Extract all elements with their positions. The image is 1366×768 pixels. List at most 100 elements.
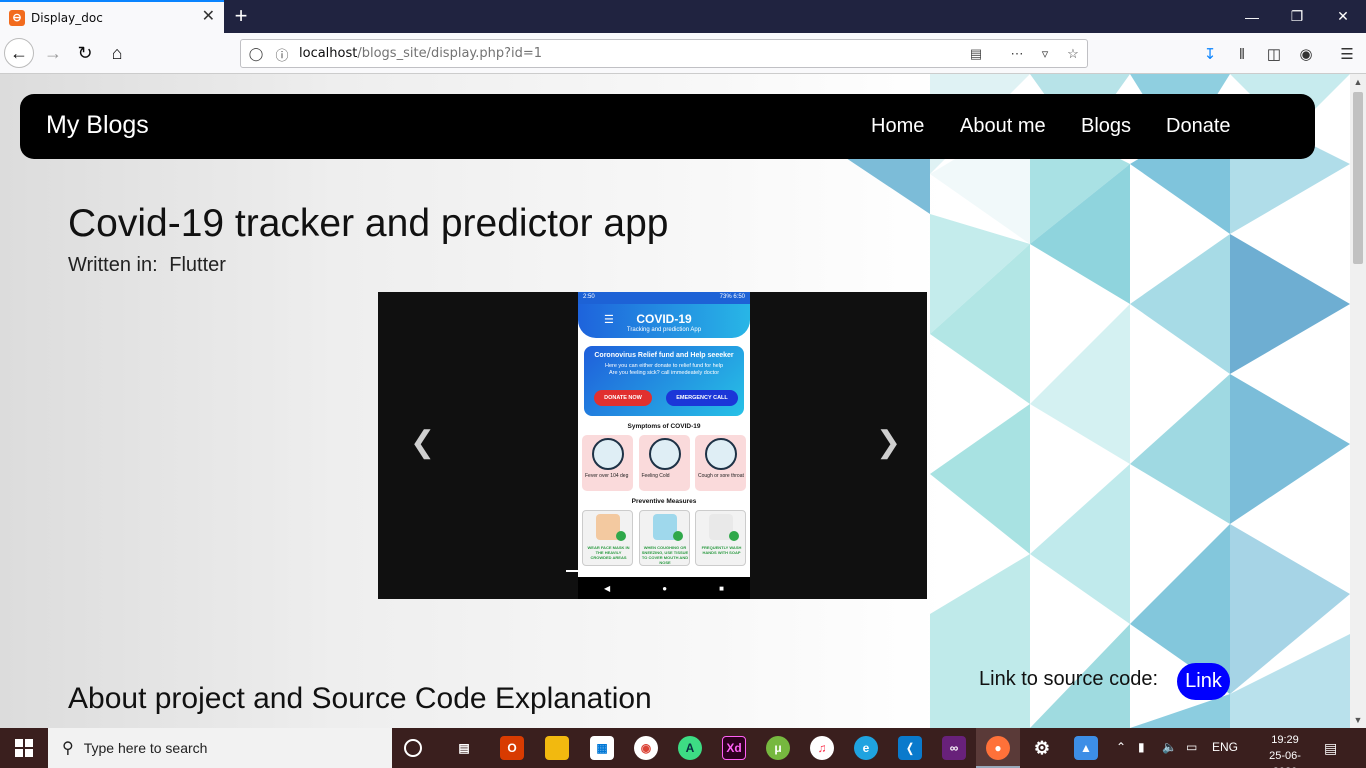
carousel-next-icon[interactable]: ❯ [876, 428, 901, 458]
symptoms-heading: Symptoms of COVID-19 [627, 423, 701, 430]
url-bar[interactable]: ◯ ⓘ localhost/blogs_site/display.php?id=… [240, 39, 1088, 68]
about-heading: About project and Source Code Explanatio… [68, 682, 652, 715]
preventive-caption: WHEN COUGHING OR SNEEZING, USE TISSUE TO… [641, 545, 689, 565]
account-icon[interactable]: ◉ [1295, 43, 1317, 65]
post-title: Covid-19 tracker and predictor app [68, 202, 669, 245]
relief-card: Coronovirus Relief fund and Help seeeker… [584, 346, 744, 416]
symptom-cards: Fever over 104 deg Feeling Cold Cough or… [582, 435, 746, 491]
taskbar-search[interactable]: ⚲ Type here to search [48, 728, 392, 768]
scroll-up-icon[interactable]: ▲ [1350, 74, 1366, 90]
chrome-icon[interactable]: ◉ [634, 736, 658, 760]
check-icon [672, 531, 683, 541]
android-recents-icon: ■ [719, 583, 724, 593]
minimize-icon[interactable]: — [1229, 0, 1275, 33]
forward-icon[interactable]: → [38, 38, 68, 68]
nav-home[interactable]: Home [871, 115, 924, 138]
hamburger-menu-icon[interactable]: ☰ [1336, 43, 1358, 65]
pocket-icon[interactable]: ▿ [1036, 45, 1054, 63]
library-icon[interactable]: ‖ [1231, 43, 1253, 65]
android-nav-bar: ◀ ● ■ [578, 577, 750, 599]
clock-date: 25-06-2020 [1269, 750, 1301, 768]
adobe-xd-icon[interactable]: Xd [722, 736, 746, 760]
system-clock[interactable]: 19:29 25-06-2020 [1262, 732, 1308, 768]
edge-icon[interactable]: e [854, 736, 878, 760]
preventive-cards: WEAR FACE MASK IN THE HEAVILY CROWDED AR… [582, 510, 746, 566]
source-code-label: Link to source code: [979, 668, 1158, 690]
android-home-icon: ● [662, 583, 668, 593]
task-view-icon[interactable]: ▤ [452, 736, 476, 760]
tab-title: Display_doc [31, 10, 103, 25]
page-scrollbar[interactable]: ▲ ▼ [1350, 74, 1366, 728]
scrollbar-thumb[interactable] [1353, 92, 1363, 264]
nav-donate[interactable]: Donate [1166, 115, 1231, 138]
url-text[interactable]: localhost/blogs_site/display.php?id=1 [299, 46, 542, 61]
window-close-icon[interactable]: ✕ [1320, 0, 1366, 33]
site-brand[interactable]: My Blogs [46, 111, 149, 140]
scroll-down-icon[interactable]: ▼ [1350, 712, 1366, 728]
network-icon[interactable]: ▭ [1186, 740, 1197, 754]
windows-taskbar: ⚲ Type here to search ▤ O ▦ ◉ A Xd μ ♫ e… [0, 728, 1366, 768]
home-icon[interactable]: ⌂ [102, 38, 132, 68]
windows-start-icon[interactable] [0, 728, 48, 768]
new-tab-icon[interactable]: + [230, 3, 252, 29]
reload-icon[interactable]: ↻ [70, 38, 100, 68]
info-icon[interactable]: ⓘ [273, 45, 291, 63]
written-in: Written in: Flutter [68, 254, 226, 277]
sidebar-icon[interactable]: ◫ [1263, 43, 1285, 65]
donate-now-button: DONATE NOW [594, 390, 652, 406]
browser-tab-bar: ⊖ Display_doc ✕ + — ❐ ✕ [0, 0, 1366, 33]
app-title: COVID-19 [636, 312, 692, 326]
bookmark-star-icon[interactable]: ☆ [1064, 45, 1082, 63]
nav-about-me[interactable]: About me [960, 115, 1046, 138]
notifications-icon[interactable]: ▤ [1324, 740, 1337, 757]
preventive-card: WEAR FACE MASK IN THE HEAVILY CROWDED AR… [582, 510, 633, 566]
relief-text-2: Are you feeling sick? call immedeately d… [608, 370, 720, 376]
search-icon: ⚲ [62, 740, 74, 757]
file-explorer-icon[interactable] [545, 736, 569, 760]
browser-tab[interactable]: ⊖ Display_doc ✕ [0, 0, 224, 33]
cortana-icon[interactable] [404, 739, 422, 757]
url-host: localhost [299, 46, 358, 61]
emergency-call-button: EMERGENCY CALL [666, 390, 738, 406]
utorrent-icon[interactable]: μ [766, 736, 790, 760]
symptom-card: Fever over 104 deg [582, 435, 633, 491]
visual-studio-icon[interactable]: ∞ [942, 736, 966, 760]
back-icon[interactable]: ← [4, 38, 34, 68]
reader-view-icon[interactable]: ▤ [967, 45, 985, 63]
relief-text-1: Here you can either donate to relief fun… [604, 363, 724, 369]
page-viewport: My Blogs Home About me Blogs Donate Covi… [0, 74, 1350, 728]
downloads-icon[interactable]: ↧ [1199, 43, 1221, 65]
restore-icon[interactable]: ❐ [1274, 0, 1320, 33]
app-screenshot: 2:50 73% 6:50 ☰ COVID-19 Tracking and pr… [578, 292, 750, 599]
carousel-prev-icon[interactable]: ❮ [410, 428, 435, 458]
language-indicator[interactable]: ENG [1212, 740, 1238, 754]
office-icon[interactable]: O [500, 736, 524, 760]
preventive-card: FREQUENTLY WASH HANDS WITH SOAP [695, 510, 746, 566]
settings-gear-icon[interactable]: ⚙ [1030, 736, 1054, 760]
store-icon[interactable]: ▦ [590, 736, 614, 760]
check-icon [616, 531, 626, 541]
xampp-favicon-icon: ⊖ [9, 9, 25, 26]
shield-icon[interactable]: ◯ [247, 45, 265, 63]
source-code-link-button[interactable]: Link [1177, 663, 1230, 700]
status-right: 73% 6:50 [719, 294, 745, 300]
firefox-icon[interactable]: ● [986, 736, 1010, 760]
android-studio-icon[interactable]: A [678, 736, 702, 760]
page-actions-icon[interactable]: ⋯ [1008, 45, 1026, 63]
volume-icon[interactable]: 🔈 [1162, 740, 1177, 754]
written-in-value: Flutter [169, 254, 226, 276]
tray-overflow-icon[interactable]: ⌃ [1116, 740, 1126, 754]
person-icon [592, 438, 624, 470]
app-subtitle: Tracking and prediction App [626, 327, 702, 333]
nav-blogs[interactable]: Blogs [1081, 115, 1131, 138]
carousel-indicator[interactable] [566, 570, 578, 572]
photos-icon[interactable]: ▲ [1074, 736, 1098, 760]
battery-icon[interactable]: ▮ [1138, 740, 1145, 754]
preventive-heading: Preventive Measures [631, 498, 697, 505]
tab-close-icon[interactable]: ✕ [202, 9, 215, 25]
person-icon [705, 438, 737, 470]
preventive-caption: FREQUENTLY WASH HANDS WITH SOAP [701, 545, 742, 555]
itunes-icon[interactable]: ♫ [810, 736, 834, 760]
url-path: /blogs_site/display.php?id=1 [357, 46, 543, 61]
vscode-icon[interactable]: ❬ [898, 736, 922, 760]
